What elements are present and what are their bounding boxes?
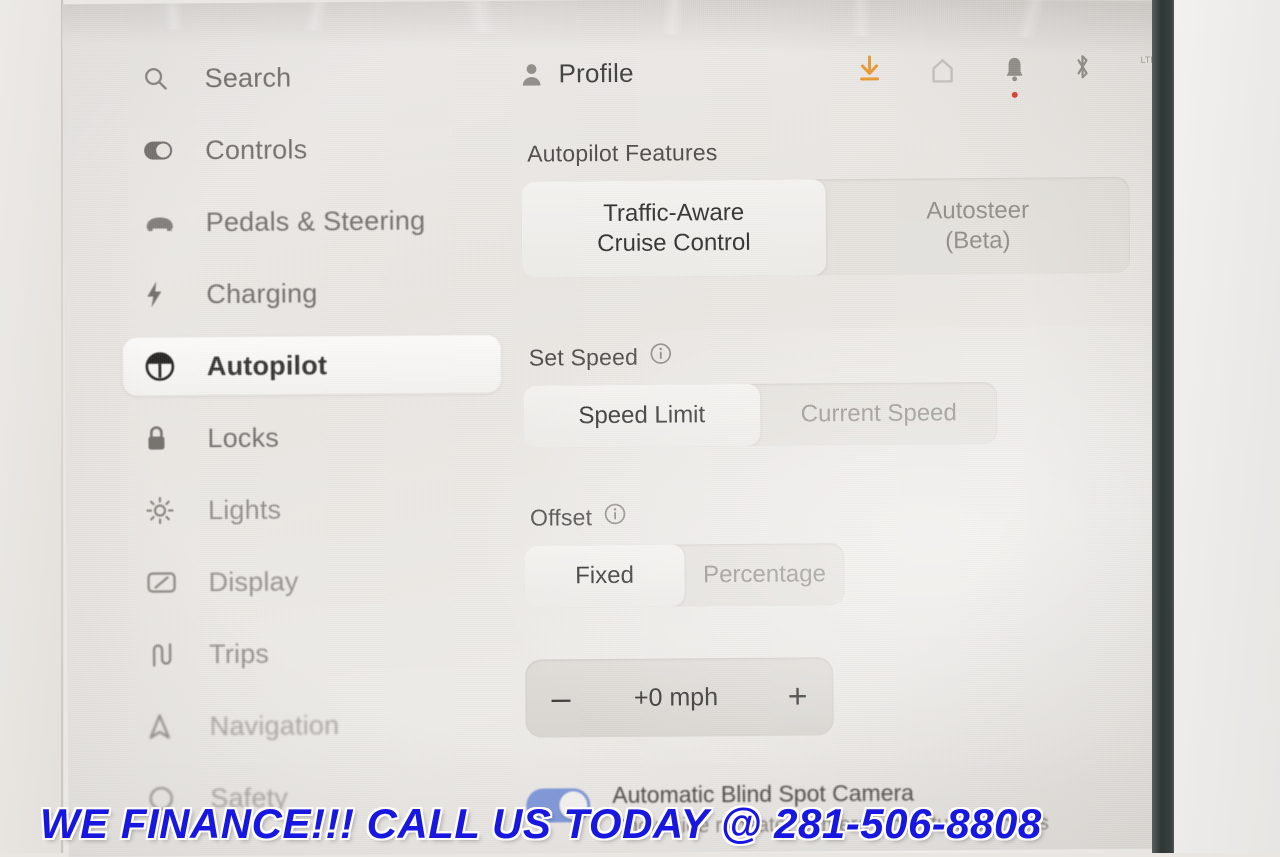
sidebar-item-search[interactable]: Search [120, 47, 540, 108]
option-line1: Fixed [575, 561, 634, 590]
bolt-icon [144, 280, 180, 308]
option-line1: Autosteer [926, 196, 1030, 225]
option-line2: (Beta) [945, 226, 1011, 255]
sidebar-item-label: Locks [207, 422, 280, 453]
photo-of-car-touchscreen: Profile LTE Search Controls Pedals & Ste… [0, 0, 1280, 857]
car-icon [144, 212, 180, 232]
sidebar-item-label: Pedals & Steering [205, 204, 426, 237]
autopilot-features-segmented-control[interactable]: Traffic-Aware Cruise Control Autosteer (… [521, 176, 1131, 278]
download-icon[interactable] [856, 54, 882, 89]
sidebar-item-pedals-steering[interactable]: Pedals & Steering [122, 191, 542, 252]
option-line1: Traffic-Aware [603, 198, 745, 228]
option-speed-limit[interactable]: Speed Limit [523, 383, 761, 448]
offset-segmented-control[interactable]: Fixed Percentage [524, 543, 845, 608]
sidebar-item-controls[interactable]: Controls [121, 119, 541, 180]
dashboard-left-surface [0, 0, 64, 853]
set-speed-segmented-control[interactable]: Speed Limit Current Speed [523, 381, 998, 448]
status-icon-group: LTE [856, 52, 1163, 98]
dealer-banner: WE FINANCE!!! CALL US TODAY @ 281-506-88… [0, 795, 1280, 853]
bluetooth-icon[interactable] [1072, 52, 1092, 87]
display-icon [146, 570, 182, 594]
option-traffic-aware-cruise-control[interactable]: Traffic-Aware Cruise Control [521, 179, 827, 278]
sidebar-item-label: Search [204, 61, 292, 93]
dashboard-right-surface [1174, 0, 1280, 853]
option-line1: Speed Limit [578, 401, 706, 430]
option-line2: Cruise Control [597, 228, 751, 258]
sidebar-item-label: Navigation [209, 709, 340, 741]
autopilot-features-label-text: Autopilot Features [527, 139, 718, 167]
offset-label: Offset [530, 498, 1163, 531]
offset-label-text: Offset [529, 503, 593, 531]
settings-sidebar: Search Controls Pedals & Steering Chargi… [120, 47, 546, 842]
set-speed-label-text: Set Speed [528, 343, 639, 371]
sidebar-item-label: Controls [205, 133, 308, 165]
offset-stepper[interactable]: – +0 mph + [525, 657, 834, 738]
sidebar-item-label: Charging [206, 277, 318, 309]
sidebar-item-locks[interactable]: Locks [123, 407, 543, 468]
sidebar-item-autopilot[interactable]: Autopilot [122, 334, 502, 396]
option-line1: Current Speed [800, 399, 957, 428]
sidebar-item-navigation[interactable]: Navigation [125, 695, 545, 756]
offset-info-icon[interactable] [604, 503, 626, 531]
sidebar-item-label: Autopilot [206, 349, 328, 381]
set-speed-info-icon[interactable] [650, 343, 672, 371]
sidebar-item-lights[interactable]: Lights [124, 479, 544, 540]
notifications-bell-icon[interactable] [1002, 55, 1026, 98]
home-icon[interactable] [928, 55, 956, 88]
stepper-decrement-button[interactable]: – [551, 679, 570, 717]
sidebar-item-display[interactable]: Display [124, 551, 544, 612]
autopilot-settings-panel: Autopilot Features Traffic-Aware Cruise … [521, 136, 1163, 738]
toggle-icon [143, 140, 179, 160]
navigation-arrow-icon [148, 712, 184, 740]
steering-wheel-icon [145, 351, 181, 381]
stepper-increment-button[interactable]: + [787, 677, 807, 715]
header: Profile LTE [520, 52, 1163, 103]
tesla-touchscreen: Profile LTE Search Controls Pedals & Ste… [62, 0, 1163, 857]
autopilot-features-label: Autopilot Features [527, 136, 1163, 168]
notification-badge-dot [1011, 91, 1018, 98]
set-speed-label: Set Speed [529, 339, 1163, 372]
sidebar-item-trips[interactable]: Trips [125, 623, 545, 684]
sun-icon [146, 496, 182, 525]
search-icon [143, 65, 179, 91]
sidebar-item-label: Lights [207, 494, 282, 525]
dealer-banner-text: WE FINANCE!!! CALL US TODAY @ 281-506-88… [40, 800, 1042, 847]
trips-icon [147, 640, 183, 668]
option-percentage[interactable]: Percentage [684, 543, 844, 606]
sidebar-item-label: Display [208, 565, 299, 597]
profile-label: Profile [558, 57, 634, 89]
lock-icon [145, 424, 181, 452]
stepper-value: +0 mph [633, 682, 719, 712]
sidebar-item-label: Trips [209, 638, 270, 669]
option-fixed[interactable]: Fixed [524, 544, 685, 608]
option-line1: Percentage [703, 560, 826, 589]
option-autosteer-beta[interactable]: Autosteer (Beta) [825, 177, 1130, 275]
sidebar-item-charging[interactable]: Charging [122, 263, 542, 324]
option-current-speed[interactable]: Current Speed [760, 382, 997, 446]
